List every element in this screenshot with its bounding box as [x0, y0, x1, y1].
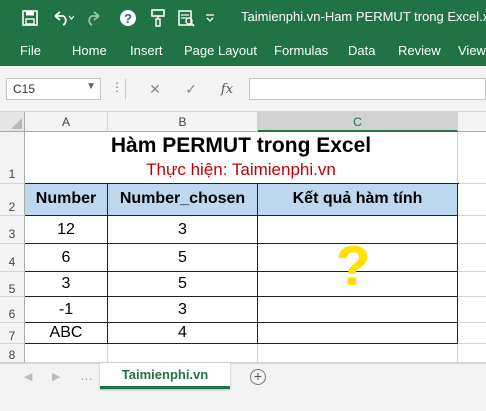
select-all-button[interactable] [0, 112, 25, 132]
more-options-icon[interactable]: ⋮ [111, 80, 123, 94]
help-icon[interactable]: ? [116, 6, 140, 30]
cell-d6[interactable] [458, 297, 486, 323]
chosen-cell[interactable]: 3 [108, 216, 258, 244]
undo-icon[interactable] [48, 6, 78, 30]
tab-review[interactable]: Review [398, 43, 441, 58]
cell-c8[interactable] [258, 344, 458, 363]
header-number-chosen-label: Number_chosen [119, 190, 246, 207]
formula-input[interactable] [249, 78, 486, 100]
result-cell[interactable] [258, 297, 458, 323]
formula-bar: C15 ▼ ⋮ ✕ ✓ fx [0, 66, 486, 112]
enter-icon[interactable]: ✓ [180, 79, 202, 99]
tab-file[interactable]: File [20, 43, 41, 58]
chosen-cell[interactable]: 3 [108, 297, 258, 323]
row-header-3[interactable]: 3 [0, 216, 25, 244]
number-value: 12 [57, 221, 75, 238]
header-cell-result[interactable]: Kết quả hàm tính [258, 184, 458, 216]
add-sheet-button[interactable]: + [250, 369, 266, 385]
paint-brush-icon[interactable] [146, 6, 170, 30]
cell-d7[interactable] [458, 323, 486, 344]
sheet-subtitle: Thực hiện: Taimienphi.vn [146, 160, 336, 179]
tab-data[interactable]: Data [348, 43, 375, 58]
table-row[interactable]: 6 [25, 244, 108, 272]
cell-d8[interactable] [458, 344, 486, 363]
cell-d3[interactable] [458, 216, 486, 244]
tab-insert[interactable]: Insert [130, 43, 163, 58]
chosen-cell[interactable]: 4 [108, 323, 258, 344]
row-header-6[interactable]: 6 [0, 297, 25, 323]
name-box[interactable]: C15 ▼ [6, 78, 101, 100]
print-preview-icon[interactable] [174, 6, 198, 30]
column-header-b[interactable]: B [108, 112, 258, 132]
more-sheets-icon[interactable]: … [80, 368, 93, 383]
header-result-label: Kết quả hàm tính [292, 190, 423, 207]
table-row[interactable]: ABC [25, 323, 108, 344]
scroll-sheets-right-icon[interactable]: ▶ [52, 370, 60, 383]
cell-d2[interactable] [458, 184, 486, 216]
row-header-8[interactable]: 8 [0, 344, 25, 363]
cancel-icon[interactable]: ✕ [144, 79, 166, 99]
svg-text:?: ? [124, 11, 132, 26]
title-bar: ? Taimienphi.vn-Ham PERMUT trong Excel.x… [0, 0, 486, 36]
result-cell[interactable] [258, 323, 458, 344]
cell-d1[interactable] [458, 132, 486, 184]
row-header-5[interactable]: 5 [0, 272, 25, 297]
tab-page-layout[interactable]: Page Layout [184, 43, 257, 58]
column-header-a[interactable]: A [25, 112, 108, 132]
chosen-cell[interactable]: 5 [108, 244, 258, 272]
cell-d5[interactable] [458, 272, 486, 297]
header-number-label: Number [35, 190, 97, 207]
tab-formulas[interactable]: Formulas [274, 43, 328, 58]
chosen-value: 5 [178, 249, 187, 266]
table-row[interactable]: 3 [25, 272, 108, 297]
sheet-title: Hàm PERMUT trong Excel [110, 134, 372, 157]
row-header-7[interactable]: 7 [0, 323, 25, 344]
insert-function-icon[interactable]: fx [216, 79, 238, 99]
chosen-cell[interactable]: 5 [108, 272, 258, 297]
chosen-value: 3 [178, 301, 187, 318]
number-value: ABC [49, 324, 83, 341]
chosen-value: 4 [178, 324, 187, 341]
header-cell-number-chosen[interactable]: Number_chosen [108, 184, 258, 216]
tab-home[interactable]: Home [72, 43, 107, 58]
row-header-2[interactable]: 2 [0, 184, 25, 216]
column-header-c[interactable]: C [258, 112, 458, 132]
column-header-d[interactable] [458, 112, 486, 132]
scroll-sheets-left-icon[interactable]: ◀ [24, 370, 32, 383]
ribbon-tabs: File Home Insert Page Layout Formulas Da… [0, 36, 486, 66]
status-bar [0, 391, 486, 411]
title-merged-cell[interactable]: Hàm PERMUT trong Excel Thực hiện: Taimie… [25, 132, 458, 184]
name-box-value: C15 [13, 82, 36, 96]
sheet-tab-taimienphi[interactable]: Taimienphi.vn [100, 363, 230, 389]
formula-bar-divider [125, 79, 126, 99]
cell-a8[interactable] [25, 344, 108, 363]
tab-view[interactable]: View [458, 43, 486, 58]
chosen-value: 3 [178, 221, 187, 238]
table-row[interactable]: 12 [25, 216, 108, 244]
row-header-1[interactable]: 1 [0, 132, 25, 184]
number-value: 3 [61, 275, 71, 292]
chevron-down-icon[interactable]: ▼ [86, 81, 96, 92]
header-cell-number[interactable]: Number [25, 184, 108, 216]
cell-d4[interactable] [458, 244, 486, 272]
number-value: 6 [61, 249, 71, 266]
number-value: -1 [58, 301, 74, 318]
customize-quick-access-icon[interactable] [202, 6, 218, 30]
table-row[interactable]: -1 [25, 297, 108, 323]
chosen-value: 5 [178, 275, 187, 292]
save-icon[interactable] [18, 6, 42, 30]
question-mark: ? [336, 234, 371, 297]
window-title: Taimienphi.vn-Ham PERMUT trong Excel.xls [241, 9, 486, 24]
cell-b8[interactable] [108, 344, 258, 363]
row-header-4[interactable]: 4 [0, 244, 25, 272]
redo-icon[interactable] [84, 6, 110, 30]
sheet-tabs-bar: ◀ ▶ … Taimienphi.vn + [0, 363, 486, 391]
